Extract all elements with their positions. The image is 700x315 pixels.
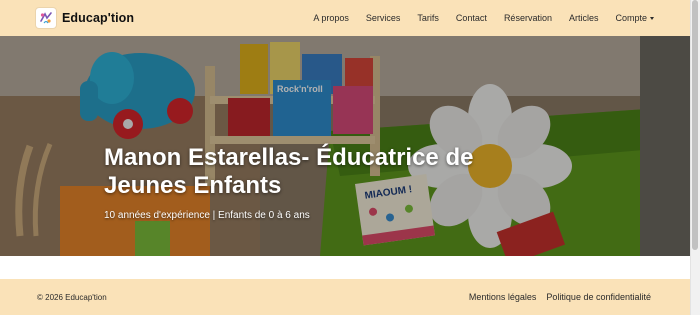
footer-link-mentions-legales[interactable]: Mentions légales <box>469 292 537 302</box>
nav-link-services[interactable]: Services <box>366 13 401 23</box>
account-dropdown[interactable]: Compte <box>615 13 654 23</box>
hero-title-line2: Jeunes Enfants <box>104 172 282 199</box>
hero-subtitle: 10 années d'expérience | Enfants de 0 à … <box>104 210 310 221</box>
footer-link-politique-confidentialite[interactable]: Politique de confidentialité <box>546 292 651 302</box>
account-dropdown-label: Compte <box>615 13 647 23</box>
caret-down-icon <box>650 16 654 20</box>
brand-name: Educap'tion <box>62 11 135 25</box>
footer-links: Mentions légales Politique de confidenti… <box>459 292 651 302</box>
page-footer: © 2026 Educap'tion Mentions légales Poli… <box>0 279 690 315</box>
hero-title: Manon Estarellas- Éducatrice de Jeunes E… <box>104 144 584 200</box>
nav-link-articles[interactable]: Articles <box>569 13 599 23</box>
nav-link-contact[interactable]: Contact <box>456 13 487 23</box>
nav-link-a-propos[interactable]: A propos <box>313 13 349 23</box>
hero-banner: Rock'n'roll MIAOUM ! Manon Estarellas- É… <box>0 36 690 256</box>
hero-title-line1: Manon Estarellas- Éducatrice de <box>104 144 474 171</box>
brand-logo-icon <box>36 8 56 28</box>
copyright-text: © 2026 Educap'tion <box>37 292 107 302</box>
nav-links: A propos Services Tarifs Contact Réserva… <box>296 13 654 23</box>
brand-link[interactable]: Educap'tion <box>36 8 134 28</box>
nav-link-reservation[interactable]: Réservation <box>504 13 552 23</box>
scrollbar-thumb[interactable] <box>692 0 698 250</box>
hero-content: Manon Estarellas- Éducatrice de Jeunes E… <box>104 144 584 221</box>
top-navbar: Educap'tion A propos Services Tarifs Con… <box>0 0 690 36</box>
page-scrollbar[interactable] <box>690 0 700 315</box>
nav-link-tarifs[interactable]: Tarifs <box>417 13 439 23</box>
